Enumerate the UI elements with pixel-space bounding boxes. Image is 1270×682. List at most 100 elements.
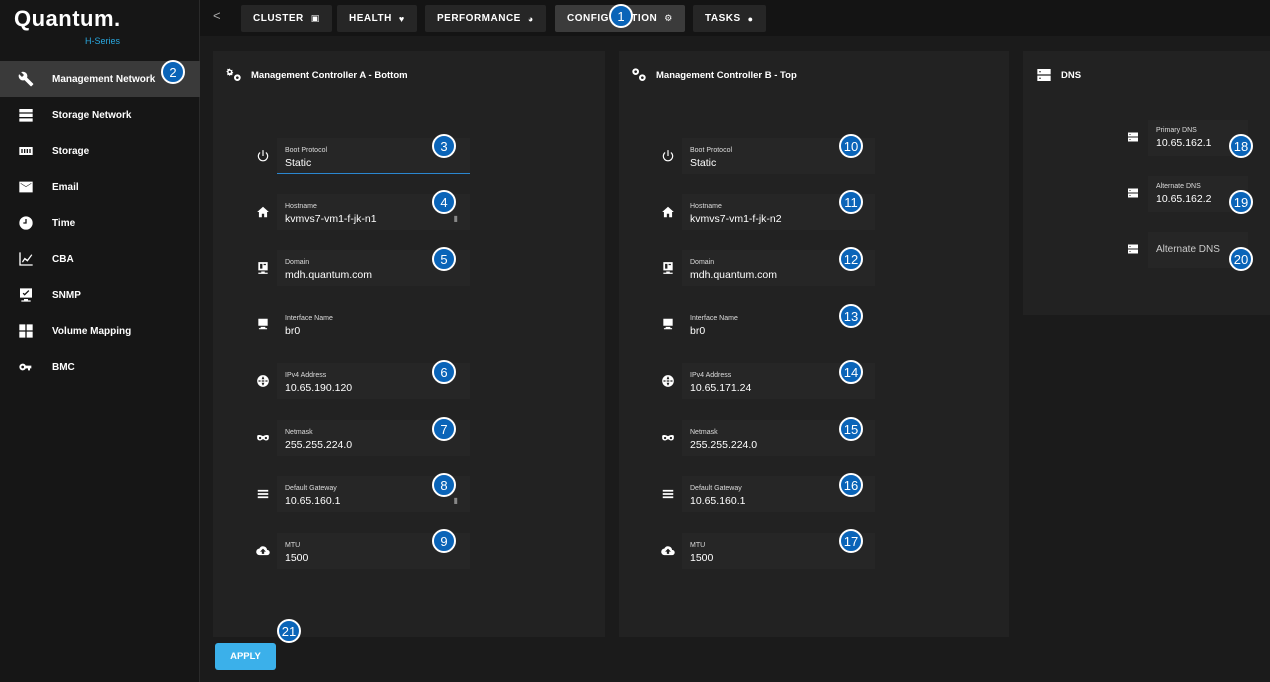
home-icon (661, 205, 675, 219)
sidebar-item-label: BMC (52, 361, 75, 373)
badge-14: 14 (839, 360, 863, 384)
badge-8: 8 (432, 473, 456, 497)
globe-icon (256, 374, 270, 388)
server-icon (1127, 242, 1139, 254)
sidebar-item-storage-network[interactable]: Storage Network (0, 97, 200, 133)
cloud-upload-icon (661, 544, 675, 558)
badge-5: 5 (432, 247, 456, 271)
gears-icon (631, 67, 647, 83)
field-value: mdh.quantum.com (285, 269, 372, 281)
sidebar-item-volume-mapping[interactable]: Volume Mapping (0, 313, 200, 349)
cloud-upload-icon (256, 544, 270, 558)
panel-title-text: Management Controller A - Bottom (251, 69, 408, 81)
field-value: 255.255.224.0 (285, 439, 353, 451)
field-value: Static (285, 157, 312, 169)
field-value: br0 (285, 325, 301, 337)
field-label: IPv4 Address (690, 372, 732, 379)
sidebar-item-label: SNMP (52, 289, 81, 301)
a-interface-name: Interface Name br0 (277, 306, 470, 342)
back-chevron-icon[interactable]: < (213, 8, 221, 23)
mask-icon (661, 431, 675, 445)
tab-cluster[interactable]: CLUSTER ▣ (241, 5, 332, 32)
badge-7: 7 (432, 417, 456, 441)
domain-icon (256, 261, 270, 275)
field-label: Primary DNS (1156, 127, 1197, 134)
computer-icon (256, 317, 270, 331)
badge-17: 17 (839, 529, 863, 553)
field-value: 1500 (690, 552, 714, 564)
server-icon (0, 107, 52, 123)
globe-icon (661, 374, 675, 388)
field-label: Default Gateway (690, 485, 742, 492)
field-label: Interface Name (285, 315, 333, 322)
clipboard-icon[interactable]: ▮ (454, 214, 458, 223)
badge-9: 9 (432, 529, 456, 553)
power-icon (661, 149, 675, 163)
mask-icon (256, 431, 270, 445)
sidebar-item-storage[interactable]: Storage (0, 133, 200, 169)
tab-label: CLUSTER (253, 13, 304, 24)
badge-21: 21 (277, 619, 301, 643)
field-value: 10.65.160.1 (690, 495, 746, 507)
dns-title: DNS (1036, 67, 1081, 83)
field-label: Boot Protocol (285, 147, 328, 154)
sidebar-item-time[interactable]: Time (0, 205, 200, 241)
field-label: MTU (285, 542, 301, 549)
storage-icon (0, 143, 52, 159)
apply-button[interactable]: APPLY (215, 643, 276, 670)
server-icon (1036, 67, 1052, 83)
a-interface-row: Interface Name br0 (256, 306, 470, 342)
field-label: Domain (690, 259, 715, 266)
list-icon (661, 487, 675, 501)
sidebar-item-label: Volume Mapping (52, 325, 132, 337)
field-placeholder: Alternate DNS (1156, 244, 1220, 255)
badge-6: 6 (432, 360, 456, 384)
field-value: Static (690, 157, 717, 169)
badge-4: 4 (432, 190, 456, 214)
badge-16: 16 (839, 473, 863, 497)
badge-19: 19 (1229, 190, 1253, 214)
tab-label: PERFORMANCE (437, 13, 521, 24)
field-value: br0 (690, 325, 706, 337)
sidebar-item-snmp[interactable]: SNMP (0, 277, 200, 313)
field-label: Interface Name (690, 315, 738, 322)
sidebar-item-email[interactable]: Email (0, 169, 200, 205)
sidebar-item-cba[interactable]: CBA (0, 241, 200, 277)
field-label: Netmask (690, 429, 718, 436)
badge-15: 15 (839, 417, 863, 441)
field-value: 10.65.162.2 (1156, 193, 1212, 205)
quantum-logo: Quantum. H-Series (14, 6, 194, 46)
snmp-icon (0, 287, 52, 303)
server-icon (1127, 186, 1139, 198)
field-value: 1500 (285, 552, 309, 564)
field-value: 255.255.224.0 (690, 439, 758, 451)
field-value: kvmvs7-vm1-f-jk-n1 (285, 213, 377, 225)
gears-icon (226, 67, 242, 83)
badge-20: 20 (1229, 247, 1253, 271)
sidebar: Quantum. H-Series Management Network Sto… (0, 0, 200, 682)
field-label: MTU (690, 542, 706, 549)
sidebar-item-label: Email (52, 181, 79, 193)
sidebar-item-label: Time (52, 217, 76, 229)
tab-tasks[interactable]: TASKS ● (693, 5, 766, 32)
clock-icon (0, 215, 52, 231)
server-icon (1127, 130, 1139, 142)
field-value: 10.65.171.24 (690, 382, 752, 394)
key-icon (0, 359, 52, 375)
sidebar-item-bmc[interactable]: BMC (0, 349, 200, 385)
heart-icon: ♥ (398, 13, 405, 24)
person-icon: ● (747, 13, 754, 24)
badge-2: 2 (161, 60, 185, 84)
brand-name: Quantum. (14, 6, 121, 31)
controller-a-title: Management Controller A - Bottom (226, 67, 408, 83)
field-label: Default Gateway (285, 485, 337, 492)
gears-icon: ⚙ (664, 13, 673, 23)
clipboard-icon[interactable]: ▮ (454, 496, 458, 505)
tab-health[interactable]: HEALTH ♥ (337, 5, 417, 32)
field-label: Netmask (285, 429, 313, 436)
field-label: Domain (285, 259, 310, 266)
field-label: Alternate DNS (1156, 183, 1201, 190)
tab-performance[interactable]: PERFORMANCE ◕ (425, 5, 546, 32)
home-icon (256, 205, 270, 219)
sidebar-nav: Management Network Storage Network Stora… (0, 61, 200, 385)
